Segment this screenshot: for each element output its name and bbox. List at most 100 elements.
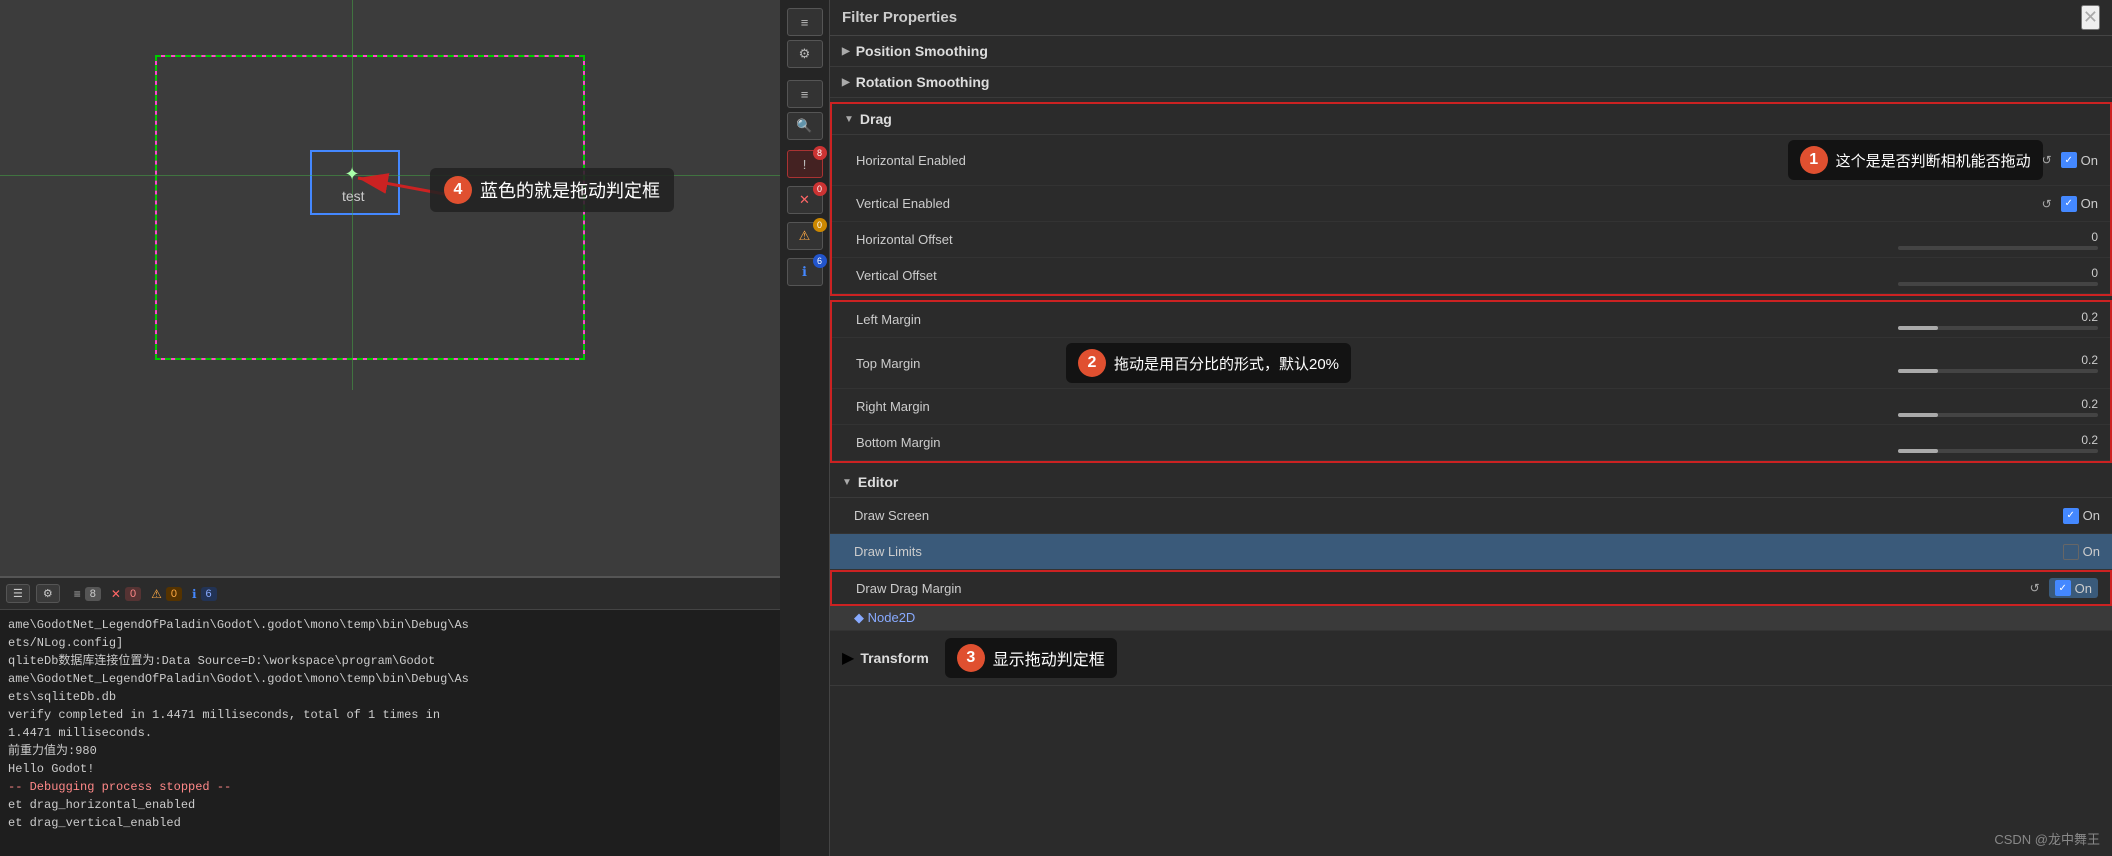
prop-row-left-margin: Left Margin 0.2 (832, 302, 2110, 338)
annotation-1: 1 这个是是否判断相机能否拖动 (1788, 140, 2043, 180)
margin-section-outline: Left Margin 0.2 Top Margin (830, 300, 2112, 463)
slider-track-left-margin[interactable] (1898, 326, 2098, 330)
slider-fill-bottom-margin (1898, 449, 1938, 453)
prop-value-text-vertical-enabled: On (2081, 196, 2098, 211)
prop-value-top-margin: 2 拖动是用百分比的形式，默认20% 0.2 (1056, 343, 2098, 383)
slider-bottom-margin[interactable]: 0.2 (1056, 433, 2098, 453)
section-editor[interactable]: ▼ Editor (830, 467, 2112, 498)
section-position-smoothing[interactable]: ▶ Position Smoothing (830, 36, 2112, 67)
prop-value-text-draw-drag-margin: On (2075, 581, 2092, 596)
badge-blue-6: ℹ 6 (192, 582, 217, 606)
chevron-drag: ▼ (844, 114, 854, 125)
annotation-badge-1: 1 (1800, 146, 1828, 174)
strip-btn-1[interactable]: ≡ (787, 8, 823, 36)
properties-list: ▶ Position Smoothing ▶ Rotation Smoothin… (830, 36, 2112, 856)
section-drag[interactable]: ▼ Drag (832, 104, 2110, 135)
close-button[interactable]: ✕ (2081, 5, 2100, 30)
scene-view-panel: ✦ test 4 蓝色的就是拖动判定框 ☰ ⚙ ≡ 8 ✕ 0 (0, 0, 780, 856)
slider-horizontal-offset[interactable]: 0 (1056, 230, 2098, 250)
prop-value-vertical-offset: 0 (1056, 266, 2098, 286)
console-toolbar: ☰ ⚙ ≡ 8 ✕ 0 ⚠ 0 ℹ 6 (0, 578, 780, 610)
right-panel-header: Filter Properties ✕ (830, 0, 2112, 36)
prop-value-text-draw-limits: On (2083, 544, 2100, 559)
checkbox-draw-limits[interactable]: On (2063, 544, 2100, 560)
slider-val-vertical-offset: 0 (2091, 266, 2098, 280)
strip-btn-3[interactable]: ≡ (787, 80, 823, 108)
slider-val-left-margin: 0.2 (2081, 310, 2098, 324)
prop-name-top-margin: Top Margin (856, 356, 1056, 371)
console-btn-menu[interactable]: ☰ (6, 584, 30, 603)
slider-vertical-offset[interactable]: 0 (1056, 266, 2098, 286)
slider-left-margin[interactable]: 0.2 (1056, 310, 2098, 330)
slider-fill-right-margin (1898, 413, 1938, 417)
right-panel: Filter Properties ✕ ▶ Position Smoothing… (830, 0, 2112, 856)
strip-btn-4[interactable]: 🔍 (787, 112, 823, 140)
transform-annotation: 3 显示拖动判定框 (945, 638, 1117, 678)
chevron-rotation-smoothing: ▶ (842, 77, 850, 88)
reset-vertical-enabled[interactable]: ↺ (2039, 196, 2055, 212)
annotation-text-1: 这个是是否判断相机能否拖动 (1836, 150, 2031, 171)
annotation-text-2: 拖动是用百分比的形式，默认20% (1114, 353, 1339, 374)
prop-row-right-margin: Right Margin 0.2 (832, 389, 2110, 425)
slider-track-horizontal-offset[interactable] (1898, 246, 2098, 250)
node2d-row: ◆ Node2D (830, 606, 2112, 631)
reset-draw-drag-margin[interactable]: ↺ (2027, 580, 2043, 596)
prop-name-draw-screen: Draw Screen (854, 508, 1054, 523)
prop-value-horizontal-enabled: 1 这个是是否判断相机能否拖动 ↺ ✓ On (1056, 140, 2098, 180)
slider-track-vertical-offset[interactable] (1898, 282, 2098, 286)
character-icon: ✦ (340, 162, 364, 186)
console-btn-filter[interactable]: ⚙ (36, 584, 60, 603)
cb-icon-draw-drag-margin: ✓ (2055, 580, 2071, 596)
prop-row-draw-drag-margin: Draw Drag Margin ↺ ✓ On (830, 570, 2112, 606)
slider-right-margin[interactable]: 0.2 (1056, 397, 2098, 417)
annotation-text-4: 蓝色的就是拖动判定框 (480, 177, 660, 203)
annotation-badge-2: 2 (1078, 349, 1106, 377)
prop-name-vertical-enabled: Vertical Enabled (856, 196, 1056, 211)
prop-name-draw-limits: Draw Limits (854, 544, 1054, 559)
strip-badge-yellow: ⚠ 0 (787, 222, 823, 250)
section-rotation-smoothing[interactable]: ▶ Rotation Smoothing (830, 67, 2112, 98)
prop-row-draw-limits: Draw Limits On (830, 534, 2112, 570)
right-panel-title: Filter Properties (842, 9, 957, 26)
prop-value-text-draw-screen: On (2083, 508, 2100, 523)
console-output: ame\GodotNet_LegendOfPaladin\Godot\.godo… (0, 610, 780, 838)
ddm-on-container[interactable]: ✓ On (2049, 578, 2098, 598)
slider-top-margin[interactable]: 0.2 (1347, 353, 2098, 373)
badge-8: ≡ 8 (74, 582, 101, 606)
prop-name-vertical-offset: Vertical Offset (856, 268, 1056, 283)
chevron-transform: ▶ (842, 648, 854, 668)
center-toolbar-strip: ≡ ⚙ ≡ 🔍 ! 8 ✕ 0 ⚠ 0 ℹ 6 (780, 0, 830, 856)
slider-track-right-margin[interactable] (1898, 413, 2098, 417)
prop-row-horizontal-enabled: Horizontal Enabled 1 这个是是否判断相机能否拖动 ↺ ✓ O… (832, 135, 2110, 186)
prop-value-draw-screen: ✓ On (1054, 508, 2100, 524)
prop-name-horizontal-enabled: Horizontal Enabled (856, 153, 1056, 168)
badge-red-0: ✕ 0 (111, 582, 141, 606)
prop-row-horizontal-offset: Horizontal Offset 0 (832, 222, 2110, 258)
slider-val-top-margin: 0.2 (2081, 353, 2098, 367)
prop-value-draw-limits: On (1054, 544, 2100, 560)
strip-badge-red: ✕ 0 (787, 186, 823, 214)
slider-track-top-margin[interactable] (1898, 369, 2098, 373)
section-label-position-smoothing: Position Smoothing (856, 43, 988, 59)
slider-track-bottom-margin[interactable] (1898, 449, 2098, 453)
section-label-editor: Editor (858, 474, 898, 490)
slider-fill-left-margin (1898, 326, 1938, 330)
strip-badge-blue: ℹ 6 (787, 258, 823, 286)
console-panel: ☰ ⚙ ≡ 8 ✕ 0 ⚠ 0 ℹ 6 ame\GodotNet_LegendO… (0, 576, 780, 856)
prop-row-vertical-enabled: Vertical Enabled ↺ ✓ On (832, 186, 2110, 222)
checkbox-draw-screen[interactable]: ✓ On (2063, 508, 2100, 524)
prop-name-left-margin: Left Margin (856, 312, 1056, 327)
prop-name-horizontal-offset: Horizontal Offset (856, 232, 1056, 247)
checkbox-horizontal-enabled[interactable]: ✓ On (2061, 152, 2098, 168)
prop-value-right-margin: 0.2 (1056, 397, 2098, 417)
section-label-rotation-smoothing: Rotation Smoothing (856, 74, 990, 90)
prop-name-draw-drag-margin: Draw Drag Margin (856, 581, 1056, 596)
cb-icon-draw-screen: ✓ (2063, 508, 2079, 524)
strip-btn-2[interactable]: ⚙ (787, 40, 823, 68)
annotation-2: 2 拖动是用百分比的形式，默认20% (1066, 343, 1351, 383)
prop-value-horizontal-offset: 0 (1056, 230, 2098, 250)
transform-row[interactable]: ▶ Transform 3 显示拖动判定框 (830, 631, 2112, 686)
prop-value-draw-drag-margin: ↺ ✓ On (1056, 578, 2098, 598)
checkbox-vertical-enabled[interactable]: ✓ On (2061, 196, 2098, 212)
strip-badge-warning: ! 8 (787, 150, 823, 178)
